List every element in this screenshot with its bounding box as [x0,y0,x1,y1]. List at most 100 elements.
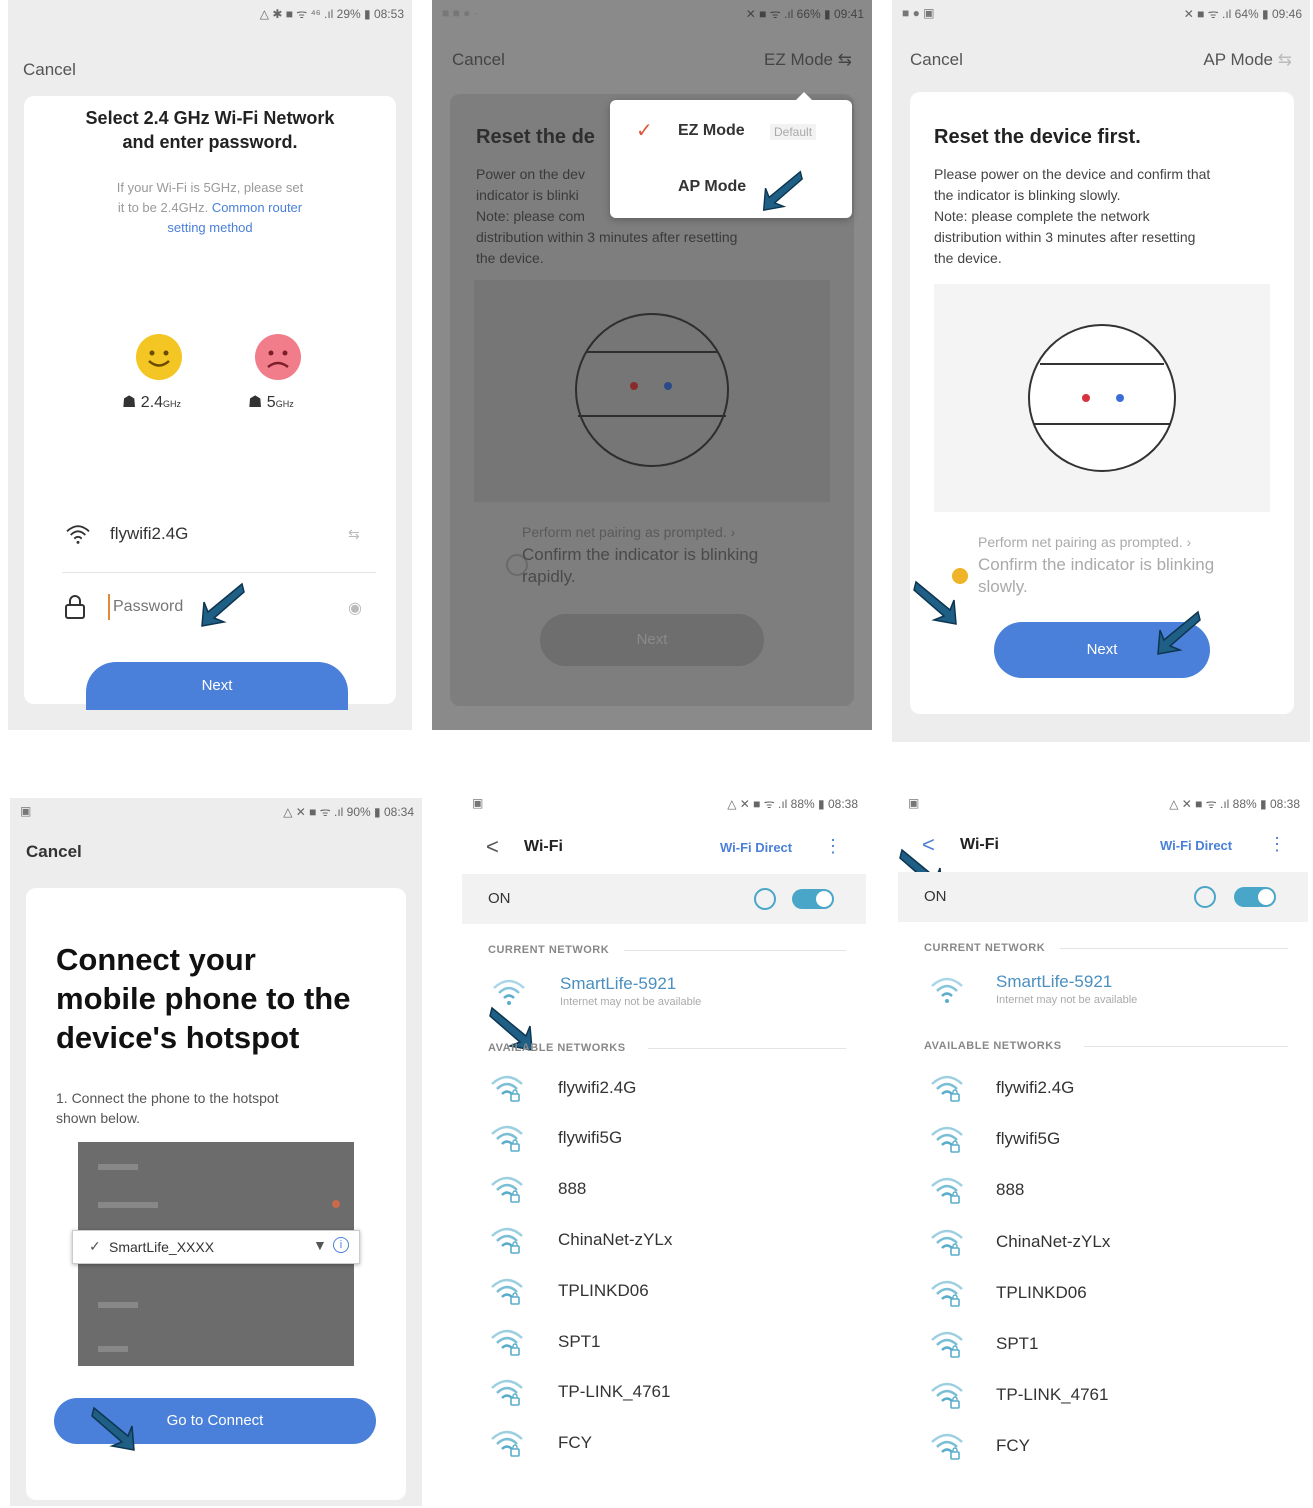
notification-icons: ▣ [472,796,484,810]
mode-selector[interactable]: AP Mode ⇆ [1203,50,1292,70]
next-button[interactable]: Next [86,662,348,710]
reset-card: Reset the device first. Please power on … [910,92,1294,714]
band-value: 2.4 [140,394,164,411]
network-name: flywifi5G [558,1128,623,1147]
wifi-locked-icon [930,1228,964,1258]
wifi-card: Select 2.4 GHz Wi-Fi Network and enter p… [24,96,396,710]
confirm-text: Confirm the indicator is blinking rapidl… [522,544,758,588]
arrow-pointer-icon [912,578,960,626]
status-text: △ ✱ ■ ᯤ ⁴⁶ .ıl 29% ▮ 08:53 [259,6,404,21]
placeholder-row [98,1302,138,1308]
cancel-button[interactable]: Cancel [910,50,963,70]
network-name: ChinaNet-zYLx [996,1232,1111,1251]
wifi-locked-icon [490,1277,524,1307]
status-text: △ ✕ ■ ᯤ .ıl 88% ▮ 08:38 [1169,796,1300,811]
current-network-item[interactable]: SmartLife-5921 Internet may not be avail… [996,972,1137,1006]
on-label: ON [924,888,947,905]
network-item[interactable]: FCY [462,1419,866,1469]
network-name: TPLINKD06 [996,1283,1087,1302]
eye-icon[interactable]: ◉ [348,598,362,618]
divider [624,950,846,951]
panel-select-wifi: △ ✱ ■ ᯤ ⁴⁶ .ıl 29% ▮ 08:53 Cancel Select… [8,0,412,730]
band-value: 5 [266,394,276,411]
note-line: it to be 2.4GHz. [117,200,209,215]
network-item[interactable]: flywifi5G [898,1115,1308,1165]
wifi-toggle[interactable] [1234,887,1276,907]
status-bar: △ ✱ ■ ᯤ ⁴⁶ .ıl 29% ▮ 08:53 [8,0,412,26]
mode-menu: ✓ EZ Mode Default AP Mode [610,92,852,218]
network-item[interactable]: TPLINKD06 [462,1267,866,1317]
menu-label: EZ Mode [678,122,745,139]
network-item[interactable]: SPT1 [898,1320,1308,1370]
network-item[interactable]: 888 [898,1166,1308,1216]
current-network-item[interactable]: SmartLife-5921 Internet may not be avail… [560,974,701,1008]
device-illustration [934,284,1270,512]
wifi-header: < Wi-Fi Wi-Fi Direct ⋮ [898,828,1308,864]
page-title: Reset the device first. [934,126,1141,148]
network-name: SPT1 [996,1334,1039,1353]
page-title: Select 2.4 GHz Wi-Fi Network and enter p… [24,106,396,154]
step-line: 1. Connect the phone to the hotspot [56,1090,279,1106]
title-line: and enter password. [122,132,298,152]
confirm-line: Confirm the indicator is blinking [522,545,759,564]
cancel-button[interactable]: Cancel [26,842,82,862]
confirm-line: rapidly. [522,567,576,586]
network-item[interactable]: flywifi2.4G [898,1064,1308,1114]
network-item[interactable]: ChinaNet-zYLx [898,1218,1308,1268]
network-item[interactable]: flywifi2.4G [462,1064,866,1114]
next-button[interactable]: Next [540,614,764,666]
hotspot-item[interactable]: ✓ SmartLife_XXXX ▼ i [72,1230,360,1264]
mode-label: EZ Mode [764,50,834,69]
cancel-button[interactable]: Cancel [23,60,76,80]
switch-network-icon[interactable]: ⇆ [348,526,360,543]
divider [62,572,376,573]
available-networks-header: AVAILABLE NETWORKS [924,1040,1062,1052]
notification-icons: ■ ● ▣ [902,6,935,20]
network-item[interactable]: TPLINKD06 [898,1269,1308,1319]
wifi-direct-link[interactable]: Wi-Fi Direct [720,840,792,855]
network-name: 888 [558,1179,587,1198]
frequency-note: If your Wi-Fi is 5GHz, please set it to … [24,178,396,238]
network-item[interactable]: SPT1 [462,1318,866,1368]
body-line: the indicator is blinking slowly. [934,187,1121,203]
band-5-label: ☗ 5GHz [248,392,294,412]
placeholder-dot [332,1200,340,1208]
network-item[interactable]: 888 [462,1165,866,1215]
network-item[interactable]: ChinaNet-zYLx [462,1216,866,1266]
network-item[interactable]: flywifi5G [462,1114,866,1164]
default-badge: Default [770,124,817,140]
ssid-field[interactable]: flywifi2.4G [110,524,188,544]
more-icon[interactable]: ⋮ [1268,834,1286,855]
menu-item-ez-mode[interactable]: ✓ EZ Mode Default [610,116,852,150]
confirm-line: slowly. [978,577,1028,596]
title-line: Connect your [56,942,256,977]
back-icon[interactable]: < [486,834,499,860]
network-item[interactable]: TP-LINK_4761 [898,1371,1308,1421]
info-icon[interactable]: i [333,1237,349,1253]
notification-icons: ▣ [20,804,32,818]
wifi-toggle[interactable] [792,889,834,909]
cancel-button[interactable]: Cancel [452,50,505,70]
router-method-link[interactable]: Common router [212,200,302,215]
router-method-link[interactable]: setting method [24,218,396,238]
network-name: TPLINKD06 [558,1281,649,1300]
arrow-pointer-icon [90,1404,138,1452]
band-unit: GHz [163,399,182,409]
network-item[interactable]: TP-LINK_4761 [462,1368,866,1418]
wifi-direct-link[interactable]: Wi-Fi Direct [1160,838,1232,853]
status-text: △ ✕ ■ ᯤ .ıl 90% ▮ 08:34 [283,804,414,819]
confirm-text: Confirm the indicator is blinking slowly… [978,554,1214,598]
instructions: Please power on the device and confirm t… [934,164,1210,269]
menu-item-ap-mode[interactable]: AP Mode [610,172,852,206]
wifi-locked-icon [930,1074,964,1104]
status-text: △ ✕ ■ ᯤ .ıl 88% ▮ 08:38 [727,796,858,811]
more-icon[interactable]: ⋮ [824,836,842,857]
wifi-locked-icon [930,1330,964,1360]
mode-selector[interactable]: EZ Mode ⇆ [764,50,852,70]
router-icon: ☗ [248,394,263,411]
panel-ez-mode-menu: ■ ■ ● · ✕ ■ ᯤ .ıl 66% ▮ 09:41 Cancel EZ M… [432,0,872,730]
wifi-header: < Wi-Fi Wi-Fi Direct ⋮ [462,830,866,866]
menu-caret [796,92,812,100]
network-item[interactable]: FCY [898,1422,1308,1472]
network-name: TP-LINK_4761 [996,1385,1109,1404]
